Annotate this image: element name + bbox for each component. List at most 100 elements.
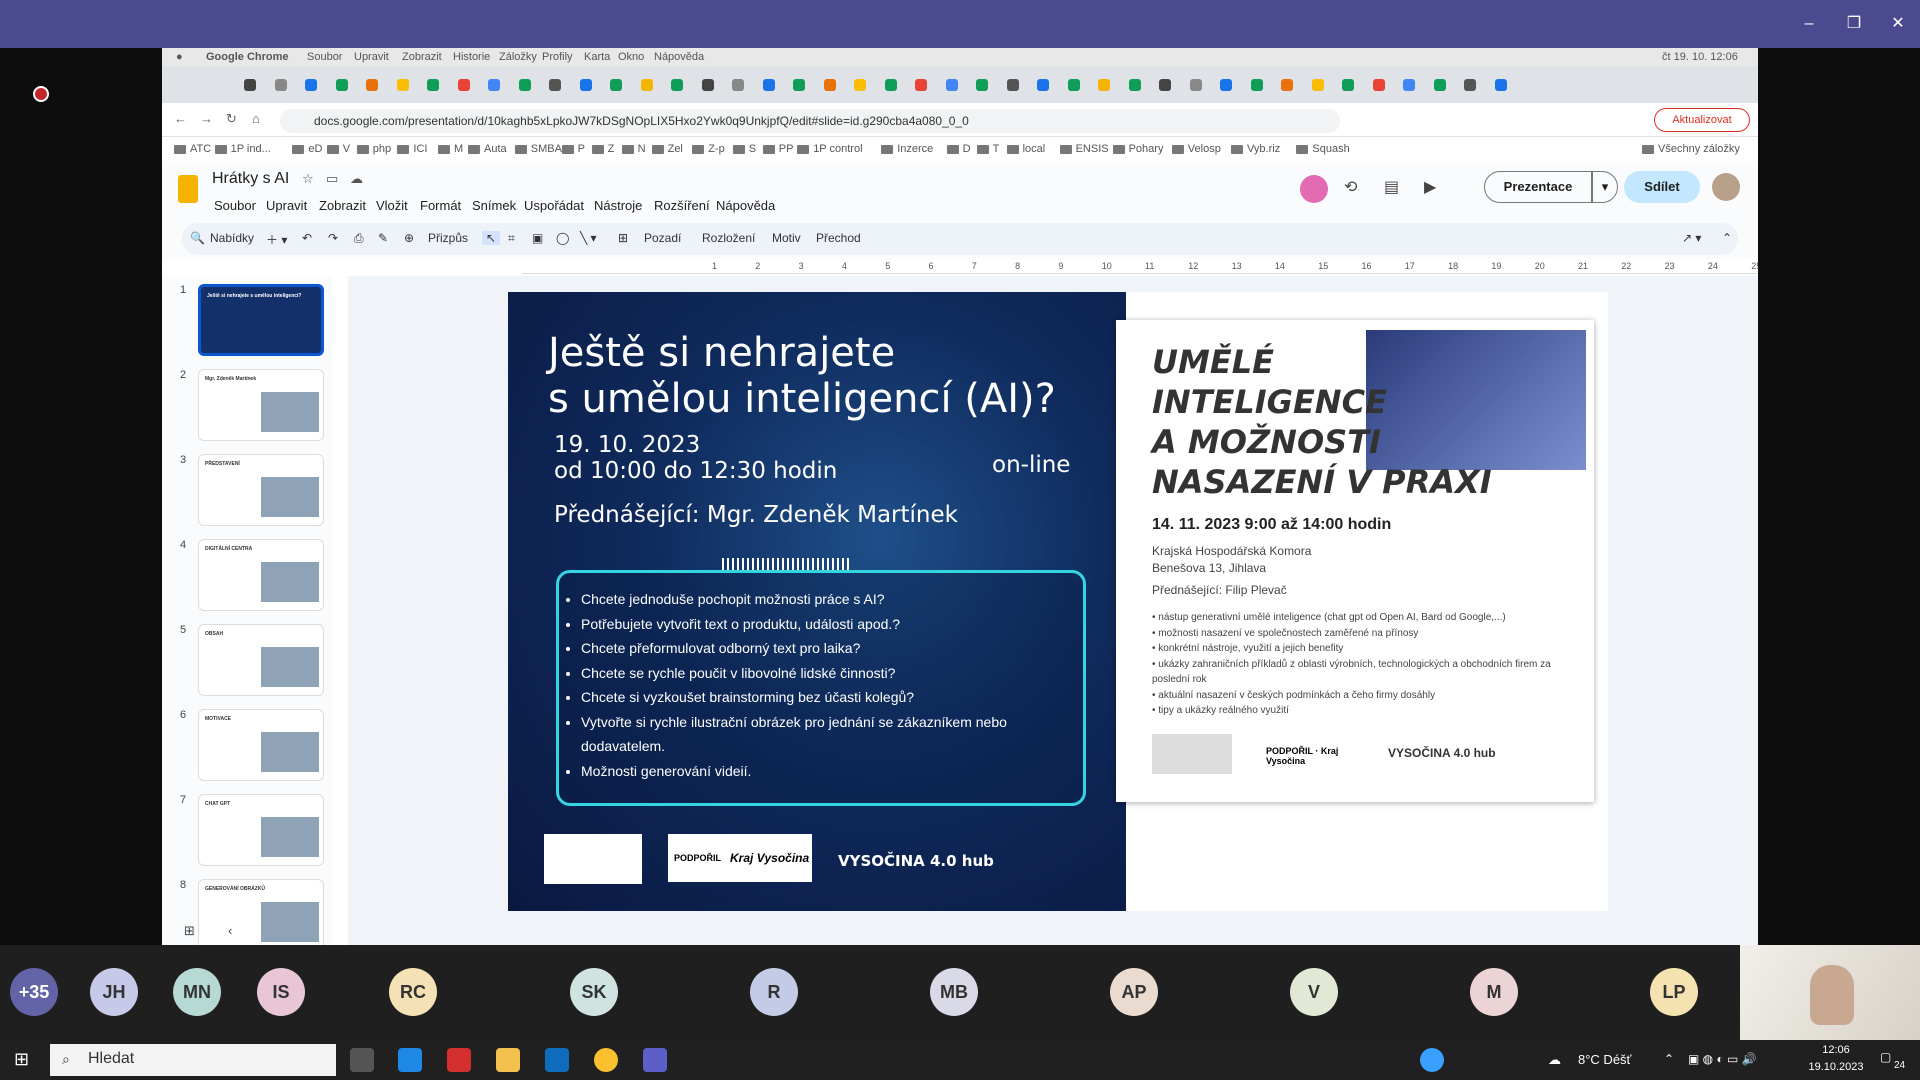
participant-avatar[interactable]: IS	[257, 968, 305, 1016]
browser-tab[interactable]	[671, 75, 697, 95]
reload-icon[interactable]: ↻	[226, 111, 237, 127]
bookmark-item[interactable]: ATC	[174, 143, 211, 155]
mac-menu-history[interactable]: Historie	[453, 51, 490, 63]
browser-tab[interactable]	[305, 75, 331, 95]
image-tool-icon[interactable]: ▣	[532, 231, 543, 245]
browser-tab[interactable]	[579, 75, 606, 95]
browser-tab[interactable]	[1250, 75, 1277, 95]
browser-tab[interactable]	[884, 75, 911, 95]
participant-avatar[interactable]: LP	[1650, 968, 1698, 1016]
browser-tab[interactable]	[396, 75, 423, 95]
search-menus-button[interactable]: Nabídky	[210, 231, 254, 245]
cloud-status-icon[interactable]: ☁	[350, 171, 363, 187]
bookmark-item[interactable]: V	[326, 143, 350, 155]
menu-insert[interactable]: Vložit	[376, 198, 408, 213]
bookmark-item[interactable]: S	[732, 143, 756, 155]
bookmark-item[interactable]: eD	[292, 143, 322, 155]
comments-icon[interactable]: ▤	[1384, 177, 1399, 197]
calculator-icon[interactable]	[398, 1048, 422, 1072]
mac-menu-app[interactable]: Google Chrome	[206, 51, 289, 63]
bookmark-item[interactable]: T	[976, 143, 999, 155]
browser-tab[interactable]	[1159, 75, 1185, 95]
help-icon[interactable]	[1420, 1048, 1444, 1072]
bookmark-item[interactable]: local	[1006, 143, 1045, 155]
back-icon[interactable]: ←	[174, 111, 187, 126]
transition-button[interactable]: Přechod	[816, 231, 861, 245]
slides-logo-icon[interactable]	[178, 175, 198, 203]
home-icon[interactable]: ⌂	[252, 111, 260, 126]
slide-thumbnail[interactable]: CHAT GPT	[198, 794, 324, 866]
menu-slide[interactable]: Snímek	[472, 198, 516, 213]
bookmark-item[interactable]: Inzerce	[881, 143, 933, 155]
slide-thumbnail[interactable]: Ještě si nehrajete s umělou inteligencí?	[198, 284, 324, 356]
meet-icon[interactable]: ▶	[1424, 177, 1436, 197]
bookmark-item[interactable]: 1P control	[797, 143, 863, 155]
browser-tab[interactable]	[915, 75, 941, 95]
browser-tab[interactable]	[335, 75, 362, 95]
layout-button[interactable]: Rozložení	[702, 231, 755, 245]
mac-menu-tab[interactable]: Karta	[584, 51, 610, 63]
clock-time[interactable]: 12:06	[1808, 1044, 1864, 1056]
undo-icon[interactable]: ↶	[302, 231, 312, 245]
bookmark-item[interactable]: Z	[591, 143, 614, 155]
comment-add-icon[interactable]: ⊞	[618, 231, 628, 245]
bookmark-item[interactable]: D	[946, 143, 971, 155]
mac-menu-edit[interactable]: Upravit	[354, 51, 389, 63]
acrobat-icon[interactable]	[447, 1048, 471, 1072]
select-tool-icon[interactable]: ↖	[482, 231, 501, 245]
bookmark-item[interactable]: P	[561, 143, 585, 155]
participant-avatar[interactable]: SK	[570, 968, 618, 1016]
browser-tab[interactable]	[732, 75, 758, 95]
forward-icon[interactable]: →	[200, 111, 213, 126]
participant-avatar[interactable]: MN	[173, 968, 221, 1016]
browser-tab[interactable]	[1433, 75, 1460, 95]
browser-tab[interactable]	[488, 75, 514, 95]
bookmark-item[interactable]: ENSIS	[1059, 143, 1109, 155]
mac-menu-view[interactable]: Zobrazit	[402, 51, 442, 63]
teams-icon[interactable]	[643, 1048, 667, 1072]
browser-tab[interactable]	[1464, 75, 1490, 95]
menu-format[interactable]: Formát	[420, 198, 461, 213]
history-icon[interactable]: ⟲	[1344, 177, 1357, 197]
browser-tab[interactable]	[976, 75, 1002, 95]
bookmark-item[interactable]: Vyb.riz	[1231, 143, 1280, 155]
participant-avatar[interactable]: RC	[389, 968, 437, 1016]
bookmark-item[interactable]: Z-p	[692, 143, 725, 155]
present-dropdown-icon[interactable]: ▾	[1592, 171, 1618, 203]
participant-avatar[interactable]: M	[1470, 968, 1518, 1016]
mac-menu-file[interactable]: Soubor	[307, 51, 342, 63]
bookmark-item[interactable]: ICI	[397, 143, 427, 155]
redo-icon[interactable]: ↷	[328, 231, 338, 245]
bookmark-item[interactable]: Velosp	[1171, 143, 1221, 155]
browser-tab[interactable]	[1311, 75, 1338, 95]
weather-text[interactable]: 8°C Déšť	[1578, 1052, 1631, 1067]
menu-extensions[interactable]: Rozšíření	[654, 198, 710, 213]
browser-tab[interactable]	[274, 75, 301, 95]
tray-icons[interactable]: ▣ ◍ ◐ ▭ 🔊	[1688, 1052, 1757, 1066]
line-tool-icon[interactable]: ╲ ▾	[580, 231, 597, 245]
browser-tab[interactable]	[518, 75, 545, 95]
bookmark-item[interactable]: M	[438, 143, 463, 155]
browser-tab[interactable]	[1372, 75, 1399, 95]
slide-thumbnail[interactable]: Mgr. Zdeněk Martínek	[198, 369, 324, 441]
browser-tab[interactable]	[793, 75, 819, 95]
tray-chevron-icon[interactable]: ⌃	[1664, 1052, 1674, 1066]
slide-thumbnail[interactable]: MOTIVACE	[198, 709, 324, 781]
slide-thumbnail[interactable]: GENEROVÁNÍ OBRÁZKŮ	[198, 879, 324, 945]
minimize-icon[interactable]: –	[1797, 12, 1821, 36]
clock-date[interactable]: 19.10.2023	[1804, 1061, 1868, 1073]
participant-avatar[interactable]: V	[1290, 968, 1338, 1016]
browser-tab[interactable]	[1006, 75, 1033, 95]
mac-menu-help[interactable]: Nápověda	[654, 51, 704, 63]
browser-tab[interactable]	[549, 75, 575, 95]
frame-tool-icon[interactable]: ⌗	[508, 231, 515, 246]
theme-button[interactable]: Motiv	[772, 231, 801, 245]
participant-avatar[interactable]: MB	[930, 968, 978, 1016]
present-button[interactable]: Prezentace	[1484, 171, 1592, 203]
slide-thumbnail[interactable]: OBSAH	[198, 624, 324, 696]
browser-tab[interactable]	[1494, 75, 1521, 95]
browser-tab[interactable]	[1403, 75, 1429, 95]
weather-icon[interactable]: ☁	[1548, 1052, 1561, 1068]
menu-help[interactable]: Nápověda	[716, 198, 775, 213]
bookmark-item[interactable]: Zel	[651, 143, 683, 155]
